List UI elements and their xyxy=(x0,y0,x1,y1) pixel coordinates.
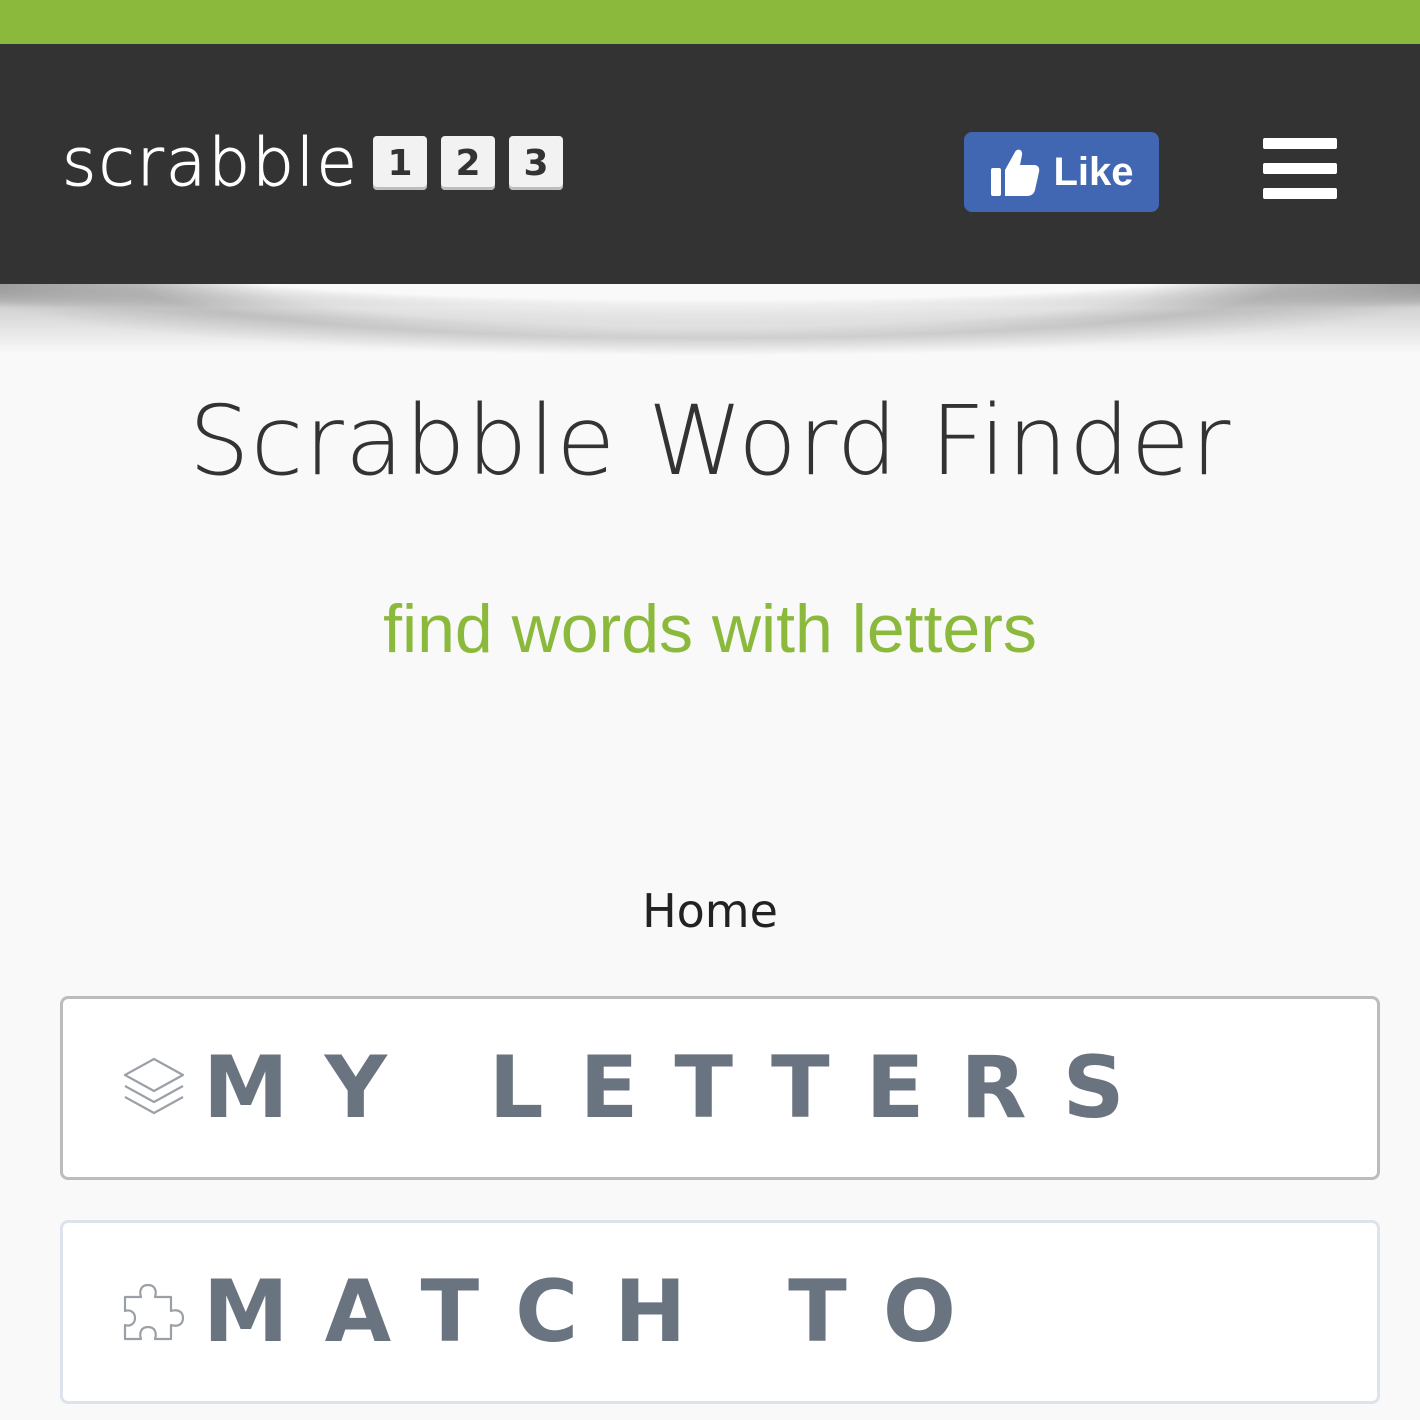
match-to-panel[interactable]: MATCH TO xyxy=(60,1220,1380,1404)
logo-tile: 1 xyxy=(372,136,427,190)
panel-label: MY LETTERS xyxy=(203,1038,1161,1138)
header-shadow xyxy=(0,284,1420,394)
page-subtitle: find words with letters xyxy=(383,591,1037,667)
logo-tiles: 1 2 3 xyxy=(372,136,563,190)
menu-bar xyxy=(1263,163,1337,174)
hamburger-menu-icon[interactable] xyxy=(1263,138,1337,200)
panel-label: MATCH TO xyxy=(203,1262,992,1362)
layers-icon xyxy=(123,1057,185,1115)
breadcrumb[interactable]: Home xyxy=(0,884,1420,938)
logo-tile: 2 xyxy=(440,136,495,190)
puzzle-icon xyxy=(123,1283,185,1341)
menu-bar xyxy=(1263,188,1337,199)
page-title: Scrabble Word Finder xyxy=(188,385,1232,497)
thumbs-up-icon xyxy=(991,149,1040,196)
my-letters-panel[interactable]: MY LETTERS xyxy=(60,996,1380,1180)
site-logo[interactable]: scrabble 1 2 3 xyxy=(62,128,563,198)
facebook-like-button[interactable]: Like xyxy=(964,132,1159,212)
logo-wordmark: scrabble xyxy=(62,124,359,201)
top-accent-strip xyxy=(0,0,1420,44)
logo-tile: 3 xyxy=(508,136,563,190)
menu-bar xyxy=(1263,138,1337,149)
like-label: Like xyxy=(1053,149,1134,194)
